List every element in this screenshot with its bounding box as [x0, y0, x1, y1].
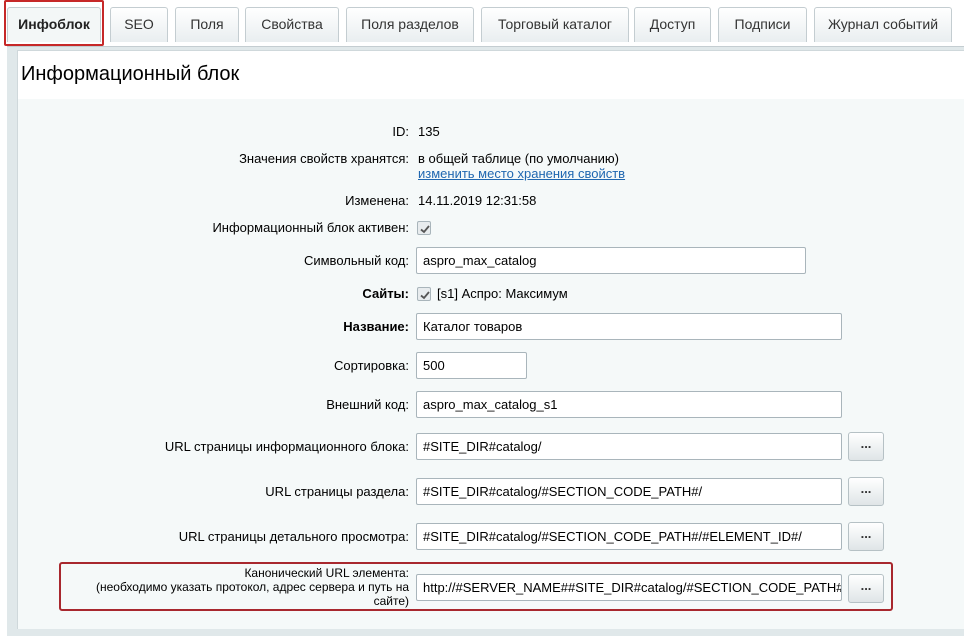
sort-label: Сортировка:: [334, 358, 409, 373]
checkmark-icon: [420, 225, 430, 234]
id-value: 135: [418, 124, 440, 139]
xml-id-label: Внешний код:: [326, 397, 409, 412]
id-label: ID:: [392, 124, 409, 139]
section-url-macro-button[interactable]: ...: [848, 477, 884, 506]
tab-properties[interactable]: Свойства: [245, 7, 339, 42]
storage-value: в общей таблице (по умолчанию): [418, 151, 620, 166]
section-url-label: URL страницы раздела:: [265, 484, 409, 499]
tab-fields[interactable]: Поля: [175, 7, 239, 42]
panel-title-bar: Информационный блок: [17, 50, 964, 99]
canonical-url-macro-button[interactable]: ...: [848, 574, 884, 603]
name-input[interactable]: Каталог товаров: [416, 313, 842, 340]
detail-url-input[interactable]: #SITE_DIR#catalog/#SECTION_CODE_PATH#/#E…: [416, 523, 842, 550]
name-label: Название:: [343, 319, 409, 334]
checkmark-icon: [420, 291, 430, 300]
change-storage-link[interactable]: изменить место хранения свойств: [418, 166, 625, 181]
tab-infoblock[interactable]: Инфоблок: [7, 7, 101, 42]
tab-captions[interactable]: Подписи: [718, 7, 807, 42]
tab-trade-catalog[interactable]: Торговый каталог: [481, 7, 629, 42]
canonical-url-label-line2: (необходимо указать протокол, адрес серв…: [95, 580, 409, 594]
xml-id-input[interactable]: aspro_max_catalog_s1: [416, 391, 842, 418]
code-label: Символьный код:: [303, 253, 409, 268]
detail-url-label: URL страницы детального просмотра:: [178, 529, 409, 544]
tab-seo[interactable]: SEO: [110, 7, 168, 42]
section-url-input[interactable]: #SITE_DIR#catalog/#SECTION_CODE_PATH#/: [416, 478, 842, 505]
storage-label: Значения свойств хранятся:: [239, 151, 409, 166]
list-url-label: URL страницы информационного блока:: [164, 439, 409, 454]
sites-value: [s1] Аспро: Максимум: [437, 286, 568, 301]
canonical-url-label-line3: сайте): [373, 594, 409, 608]
modified-label: Изменена:: [345, 193, 409, 208]
canonical-url-input[interactable]: http://#SERVER_NAME##SITE_DIR#catalog/#S…: [416, 574, 842, 601]
panel-title: Информационный блок: [21, 63, 240, 85]
tab-access[interactable]: Доступ: [634, 7, 711, 42]
sites-checkbox[interactable]: [417, 287, 431, 301]
canonical-url-label-line1: Канонический URL элемента:: [244, 566, 409, 580]
code-input[interactable]: aspro_max_catalog: [416, 247, 806, 274]
active-checkbox[interactable]: [417, 221, 431, 235]
tab-bar: Инфоблок SEO Поля Свойства Поля разделов…: [0, 0, 964, 48]
tab-event-log[interactable]: Журнал событий: [814, 7, 952, 42]
tab-section-fields[interactable]: Поля разделов: [346, 7, 474, 42]
list-url-macro-button[interactable]: ...: [848, 432, 884, 461]
detail-url-macro-button[interactable]: ...: [848, 522, 884, 551]
modified-value: 14.11.2019 12:31:58: [418, 193, 537, 208]
sort-input[interactable]: 500: [416, 352, 527, 379]
list-url-input[interactable]: #SITE_DIR#catalog/: [416, 433, 842, 460]
sites-label: Сайты:: [362, 286, 409, 301]
active-label: Информационный блок активен:: [212, 220, 409, 235]
